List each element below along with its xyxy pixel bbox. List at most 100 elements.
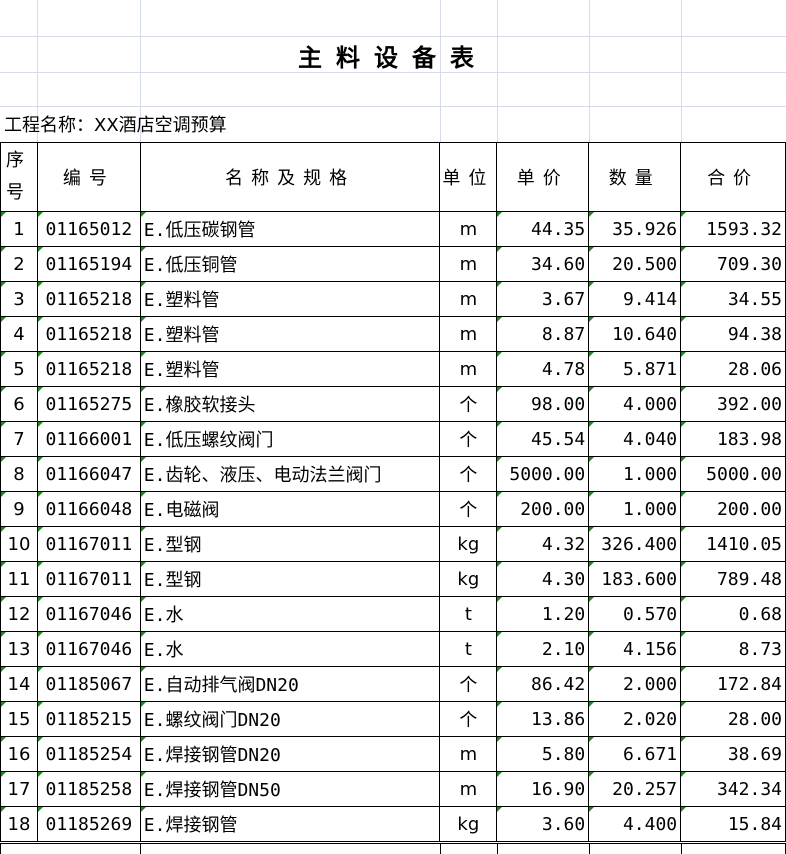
cell-seq[interactable]: 7 bbox=[0, 421, 38, 457]
cell-qty[interactable]: 1.000 bbox=[588, 456, 682, 492]
header-qty[interactable]: 数量 bbox=[588, 142, 682, 212]
cell-total[interactable]: 94.38 bbox=[680, 316, 786, 352]
cell-qty[interactable]: 2.000 bbox=[588, 666, 682, 702]
cell-name[interactable]: E.低压铜管 bbox=[139, 246, 441, 282]
cell-price[interactable]: 4.78 bbox=[496, 351, 590, 387]
cell-seq[interactable]: 17 bbox=[0, 771, 38, 807]
cell-code[interactable]: 01166048 bbox=[36, 491, 141, 527]
cell-unit[interactable]: 个 bbox=[439, 386, 498, 422]
header-code[interactable]: 编号 bbox=[36, 142, 141, 212]
cell-unit[interactable]: 个 bbox=[439, 456, 498, 492]
cell-unit[interactable]: 个 bbox=[439, 421, 498, 457]
cell-price[interactable]: 4.30 bbox=[496, 561, 590, 597]
cell-qty[interactable]: 5.871 bbox=[588, 351, 682, 387]
cell-total[interactable]: 709.30 bbox=[680, 246, 786, 282]
cell-unit[interactable]: t bbox=[439, 596, 498, 632]
cell-seq[interactable]: 2 bbox=[0, 246, 38, 282]
cell-qty[interactable]: 4.040 bbox=[588, 421, 682, 457]
cell-code[interactable]: 01166047 bbox=[36, 456, 141, 492]
cell-code[interactable]: 01185067 bbox=[36, 666, 141, 702]
cell-price[interactable]: 2.10 bbox=[496, 631, 590, 667]
cell-total[interactable]: 1593.32 bbox=[680, 211, 786, 247]
header-seq[interactable]: 序 号 bbox=[0, 142, 38, 212]
cell-name[interactable]: E.电磁阀 bbox=[139, 491, 441, 527]
cell-name[interactable]: E.低压螺纹阀门 bbox=[139, 421, 441, 457]
cell-code[interactable]: 01166001 bbox=[36, 421, 141, 457]
cell-total[interactable]: 15.84 bbox=[680, 806, 786, 842]
cell-seq[interactable]: 11 bbox=[0, 561, 38, 597]
cell-seq[interactable]: 14 bbox=[0, 666, 38, 702]
cell-qty[interactable]: 4.000 bbox=[588, 386, 682, 422]
cell-qty[interactable]: 326.400 bbox=[588, 526, 682, 562]
cell-total[interactable]: 342.34 bbox=[680, 771, 786, 807]
cell-seq[interactable]: 5 bbox=[0, 351, 38, 387]
cell-seq[interactable]: 9 bbox=[0, 491, 38, 527]
cell-unit[interactable]: t bbox=[439, 631, 498, 667]
cell-unit[interactable]: kg bbox=[439, 526, 498, 562]
cell-total[interactable]: 28.06 bbox=[680, 351, 786, 387]
cell-seq[interactable]: 10 bbox=[0, 526, 38, 562]
cell-qty[interactable]: 9.414 bbox=[588, 281, 682, 317]
header-unit[interactable]: 单位 bbox=[439, 142, 498, 212]
cell-qty[interactable]: 20.257 bbox=[588, 771, 682, 807]
cell-code[interactable]: 01167011 bbox=[36, 526, 141, 562]
cell-price[interactable]: 45.54 bbox=[496, 421, 590, 457]
cell-price[interactable]: 86.42 bbox=[496, 666, 590, 702]
cell-seq[interactable]: 8 bbox=[0, 456, 38, 492]
cell-code[interactable]: 01167046 bbox=[36, 596, 141, 632]
cell-total[interactable]: 0.68 bbox=[680, 596, 786, 632]
cell-name[interactable]: E.焊接钢管 bbox=[139, 806, 441, 842]
cell-seq[interactable]: 4 bbox=[0, 316, 38, 352]
cell-price[interactable]: 3.60 bbox=[496, 806, 590, 842]
cell-name[interactable]: E.螺纹阀门DN20 bbox=[139, 701, 441, 737]
header-name[interactable]: 名称及规格 bbox=[139, 142, 441, 212]
header-price[interactable]: 单价 bbox=[496, 142, 590, 212]
cell-qty[interactable]: 1.000 bbox=[588, 491, 682, 527]
cell-name[interactable]: E.水 bbox=[139, 596, 441, 632]
cell-seq[interactable]: 1 bbox=[0, 211, 38, 247]
cell-seq[interactable]: 6 bbox=[0, 386, 38, 422]
cell-code[interactable]: 01167046 bbox=[36, 631, 141, 667]
cell-unit[interactable]: m bbox=[439, 211, 498, 247]
cell-name[interactable]: E.塑料管 bbox=[139, 351, 441, 387]
cell-price[interactable]: 3.67 bbox=[496, 281, 590, 317]
cell-qty[interactable]: 0.570 bbox=[588, 596, 682, 632]
cell-code[interactable]: 01185254 bbox=[36, 736, 141, 772]
cell-code[interactable]: 01165275 bbox=[36, 386, 141, 422]
cell-name[interactable]: E.自动排气阀DN20 bbox=[139, 666, 441, 702]
cell-price[interactable]: 98.00 bbox=[496, 386, 590, 422]
cell-code[interactable]: 01185215 bbox=[36, 701, 141, 737]
cell-name[interactable]: E.橡胶软接头 bbox=[139, 386, 441, 422]
cell-unit[interactable]: m bbox=[439, 736, 498, 772]
cell-qty[interactable]: 20.500 bbox=[588, 246, 682, 282]
cell-price[interactable]: 4.32 bbox=[496, 526, 590, 562]
cell-total[interactable]: 5000.00 bbox=[680, 456, 786, 492]
cell-unit[interactable]: 个 bbox=[439, 491, 498, 527]
cell-seq[interactable]: 3 bbox=[0, 281, 38, 317]
cell-name[interactable]: E.焊接钢管DN50 bbox=[139, 771, 441, 807]
cell-total[interactable]: 34.55 bbox=[680, 281, 786, 317]
cell-name[interactable]: E.焊接钢管DN20 bbox=[139, 736, 441, 772]
cell-price[interactable]: 13.86 bbox=[496, 701, 590, 737]
cell-total[interactable]: 789.48 bbox=[680, 561, 786, 597]
cell-name[interactable]: E.塑料管 bbox=[139, 316, 441, 352]
cell-price[interactable]: 1.20 bbox=[496, 596, 590, 632]
cell-seq[interactable]: 16 bbox=[0, 736, 38, 772]
cell-qty[interactable]: 4.400 bbox=[588, 806, 682, 842]
cell-code[interactable]: 01167011 bbox=[36, 561, 141, 597]
cell-total[interactable]: 183.98 bbox=[680, 421, 786, 457]
cell-seq[interactable]: 18 bbox=[0, 806, 38, 842]
cell-unit[interactable]: kg bbox=[439, 561, 498, 597]
cell-name[interactable]: E.低压碳钢管 bbox=[139, 211, 441, 247]
cell-seq[interactable]: 13 bbox=[0, 631, 38, 667]
cell-total[interactable]: 172.84 bbox=[680, 666, 786, 702]
cell-total[interactable]: 28.00 bbox=[680, 701, 786, 737]
cell-code[interactable]: 01165012 bbox=[36, 211, 141, 247]
cell-unit[interactable]: 个 bbox=[439, 666, 498, 702]
cell-price[interactable]: 16.90 bbox=[496, 771, 590, 807]
cell-total[interactable]: 1410.05 bbox=[680, 526, 786, 562]
cell-price[interactable]: 5000.00 bbox=[496, 456, 590, 492]
cell-unit[interactable]: m bbox=[439, 316, 498, 352]
cell-name[interactable]: E.水 bbox=[139, 631, 441, 667]
cell-code[interactable]: 01185269 bbox=[36, 806, 141, 842]
